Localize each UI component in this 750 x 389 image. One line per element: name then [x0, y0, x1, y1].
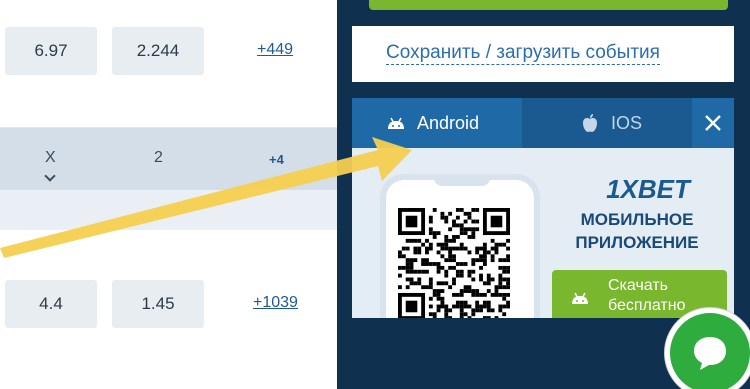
save-load-box: Сохранить / загрузить события: [352, 26, 734, 82]
more-markets-count[interactable]: +4: [269, 152, 284, 167]
qr-code: [398, 208, 510, 318]
save-load-events-link[interactable]: Сохранить / загрузить события: [386, 42, 660, 65]
odds-button[interactable]: 6.97: [5, 27, 97, 75]
tab-android-label: Android: [417, 112, 480, 133]
close-icon: [705, 115, 721, 131]
close-button[interactable]: [692, 98, 734, 148]
odds-button[interactable]: 4.4: [5, 280, 97, 328]
more-markets-link[interactable]: +449: [257, 41, 293, 59]
android-icon: [572, 292, 588, 304]
mobile-app-title: МОБИЛЬНОЕ ПРИЛОЖЕНИЕ: [562, 208, 712, 254]
download-label-line2: бесплатно: [608, 297, 686, 314]
table-row: 6.97 2.244 +449: [0, 0, 337, 128]
download-label: Скачать бесплатно: [608, 276, 686, 316]
chat-button[interactable]: [665, 308, 750, 389]
subheader-row: [0, 190, 337, 230]
mobile-app-title-line1: МОБИЛЬНОЕ: [580, 210, 694, 229]
tab-android[interactable]: Android: [352, 98, 522, 148]
table-row: 4.4 1.45 +1039: [0, 230, 337, 389]
table-header: X 2 +4: [0, 128, 337, 190]
more-markets-link[interactable]: +1039: [253, 294, 298, 312]
mobile-app-title-line2: ПРИЛОЖЕНИЕ: [575, 233, 699, 252]
tab-ios[interactable]: IOS: [522, 98, 692, 148]
betting-table: 6.97 2.244 +449 X 2 +4 4.4 1.45 +1039: [0, 0, 337, 389]
odds-button[interactable]: 1.45: [112, 280, 204, 328]
chevron-down-icon[interactable]: [44, 170, 56, 182]
green-button-edge[interactable]: [369, 0, 728, 10]
brand-logo: 1XBET: [606, 174, 690, 204]
apple-icon: [583, 114, 597, 132]
chat-icon: [694, 337, 726, 370]
phone-notch: [434, 174, 490, 186]
platform-tabs: Android IOS: [352, 98, 734, 148]
android-icon: [388, 117, 404, 129]
column-header-x: X: [45, 149, 56, 166]
odds-button[interactable]: 2.244: [112, 27, 204, 75]
column-header-2: 2: [154, 149, 163, 166]
tab-ios-label: IOS: [611, 112, 643, 133]
mobile-app-promo: Android IOS 1XBET МОБИЛЬНОЕ ПРИЛОЖЕНИЕ С…: [352, 98, 734, 318]
download-label-line1: Скачать: [608, 277, 668, 294]
